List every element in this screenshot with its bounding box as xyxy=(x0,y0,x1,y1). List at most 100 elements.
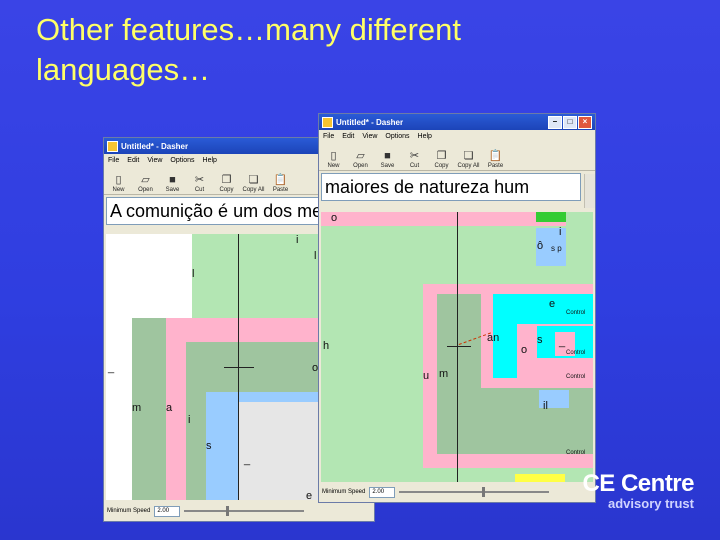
save-icon: ■ xyxy=(384,150,391,162)
menu-options[interactable]: Options xyxy=(170,157,194,164)
menu-edit[interactable]: Edit xyxy=(127,157,139,164)
status-bar: Minimum Speed 2.00 xyxy=(319,482,595,502)
menu-bar: File Edit View Options Help xyxy=(319,130,595,142)
crosshair-vertical xyxy=(457,212,458,482)
speed-slider[interactable] xyxy=(184,506,305,516)
copy-all-icon: ❏ xyxy=(248,174,259,186)
new-label: New xyxy=(327,163,340,169)
letter-node: h xyxy=(323,340,330,352)
title-bar[interactable]: Untitled* - Dasher – □ × xyxy=(319,114,595,130)
letter-node: s xyxy=(206,440,212,452)
menu-edit[interactable]: Edit xyxy=(342,133,354,140)
cut-icon: ✂ xyxy=(409,150,420,162)
save-button[interactable]: ■ Save xyxy=(161,174,184,194)
letter-node: _ xyxy=(559,336,566,348)
letter-node: o xyxy=(521,344,528,356)
logo-main-text: CE Centre xyxy=(582,470,694,497)
text-scrollbar[interactable] xyxy=(584,174,595,208)
control-node: Control xyxy=(566,450,586,456)
save-icon: ■ xyxy=(169,174,176,186)
control-node: Control xyxy=(566,374,586,380)
speed-slider[interactable] xyxy=(399,487,550,497)
cut-label: Cut xyxy=(409,163,420,169)
slide-title: Other features…many different languages… xyxy=(36,12,462,87)
letter-node: il xyxy=(543,400,548,412)
copy-all-label: Copy All xyxy=(457,163,480,169)
new-button[interactable]: ▯ New xyxy=(107,174,130,194)
copy-all-label: Copy All xyxy=(242,187,265,193)
letter-node: an xyxy=(487,332,500,344)
zoom-box xyxy=(515,474,565,482)
dasher-app-icon xyxy=(107,140,118,152)
menu-help[interactable]: Help xyxy=(203,157,217,164)
cut-label: Cut xyxy=(194,187,205,193)
copy-button[interactable]: ❐ Copy xyxy=(430,150,453,170)
cut-button[interactable]: ✂ Cut xyxy=(188,174,211,194)
control-node: Control xyxy=(566,350,586,356)
speed-field[interactable]: 2.00 xyxy=(369,486,396,498)
zoom-box xyxy=(321,212,566,226)
speed-field[interactable]: 2.00 xyxy=(154,505,181,517)
save-button[interactable]: ■ Save xyxy=(376,150,399,170)
new-button[interactable]: ▯ New xyxy=(322,150,345,170)
open-label: Open xyxy=(353,163,368,169)
zoom-box xyxy=(536,212,566,222)
minimize-button[interactable]: – xyxy=(548,115,562,129)
open-label: Open xyxy=(138,187,153,193)
status-bar: Minimum Speed 2.00 xyxy=(104,501,374,521)
menu-view[interactable]: View xyxy=(147,157,162,164)
menu-view[interactable]: View xyxy=(362,133,377,140)
new-icon: ▯ xyxy=(330,150,337,162)
dasher-window-front[interactable]: Untitled* - Dasher – □ × File Edit View … xyxy=(318,113,596,503)
slider-thumb[interactable] xyxy=(481,487,485,497)
open-button[interactable]: ▱ Open xyxy=(134,174,157,194)
text-output[interactable]: maiores de natureza hum xyxy=(321,173,581,201)
letter-node: e xyxy=(549,298,556,310)
slider-track xyxy=(399,491,550,493)
copy-all-icon: ❏ xyxy=(463,150,474,162)
menu-file[interactable]: File xyxy=(323,133,334,140)
letter-node: ô xyxy=(537,240,544,252)
logo-sub-text: advisory trust xyxy=(608,496,694,511)
menu-help[interactable]: Help xyxy=(418,133,432,140)
letter-node: l xyxy=(314,250,317,262)
copy-label: Copy xyxy=(434,163,449,169)
letter-node: s p xyxy=(551,244,562,253)
letter-node: e xyxy=(306,490,313,500)
open-icon: ▱ xyxy=(356,150,365,162)
save-label: Save xyxy=(380,163,395,169)
paste-label: Paste xyxy=(487,163,504,169)
letter-node: m xyxy=(439,368,449,380)
maximize-button[interactable]: □ xyxy=(563,115,577,129)
control-node: Control xyxy=(566,310,586,316)
menu-file[interactable]: File xyxy=(108,157,119,164)
speed-label: Minimum Speed xyxy=(322,489,366,495)
paste-button[interactable]: 📋 Paste xyxy=(269,174,292,194)
save-label: Save xyxy=(165,187,180,193)
copy-all-button[interactable]: ❏ Copy All xyxy=(457,150,480,170)
new-icon: ▯ xyxy=(115,174,122,186)
new-label: New xyxy=(112,187,125,193)
menu-options[interactable]: Options xyxy=(385,133,409,140)
copy-icon: ❐ xyxy=(221,174,232,186)
letter-node: i xyxy=(296,234,299,246)
dasher-app-icon xyxy=(322,116,333,128)
speed-label: Minimum Speed xyxy=(107,508,151,514)
paste-button[interactable]: 📋 Paste xyxy=(484,150,507,170)
dasher-canvas[interactable]: o i ô s p h e an o s u m il _ Control Co… xyxy=(321,212,593,482)
copy-button[interactable]: ❐ Copy xyxy=(215,174,238,194)
letter-node: _ xyxy=(108,362,115,374)
letter-node: u xyxy=(423,370,430,382)
letter-node: o xyxy=(331,212,338,224)
open-button[interactable]: ▱ Open xyxy=(349,150,372,170)
letter-node: s xyxy=(537,334,543,346)
letter-node: i xyxy=(559,226,562,238)
close-button[interactable]: × xyxy=(578,115,592,129)
crosshair-horizontal xyxy=(224,367,254,368)
copy-all-button[interactable]: ❏ Copy All xyxy=(242,174,265,194)
letter-node: _ xyxy=(244,454,251,466)
letter-node: i xyxy=(188,414,191,426)
paste-icon: 📋 xyxy=(273,174,288,186)
slider-thumb[interactable] xyxy=(226,506,230,516)
cut-button[interactable]: ✂ Cut xyxy=(403,150,426,170)
